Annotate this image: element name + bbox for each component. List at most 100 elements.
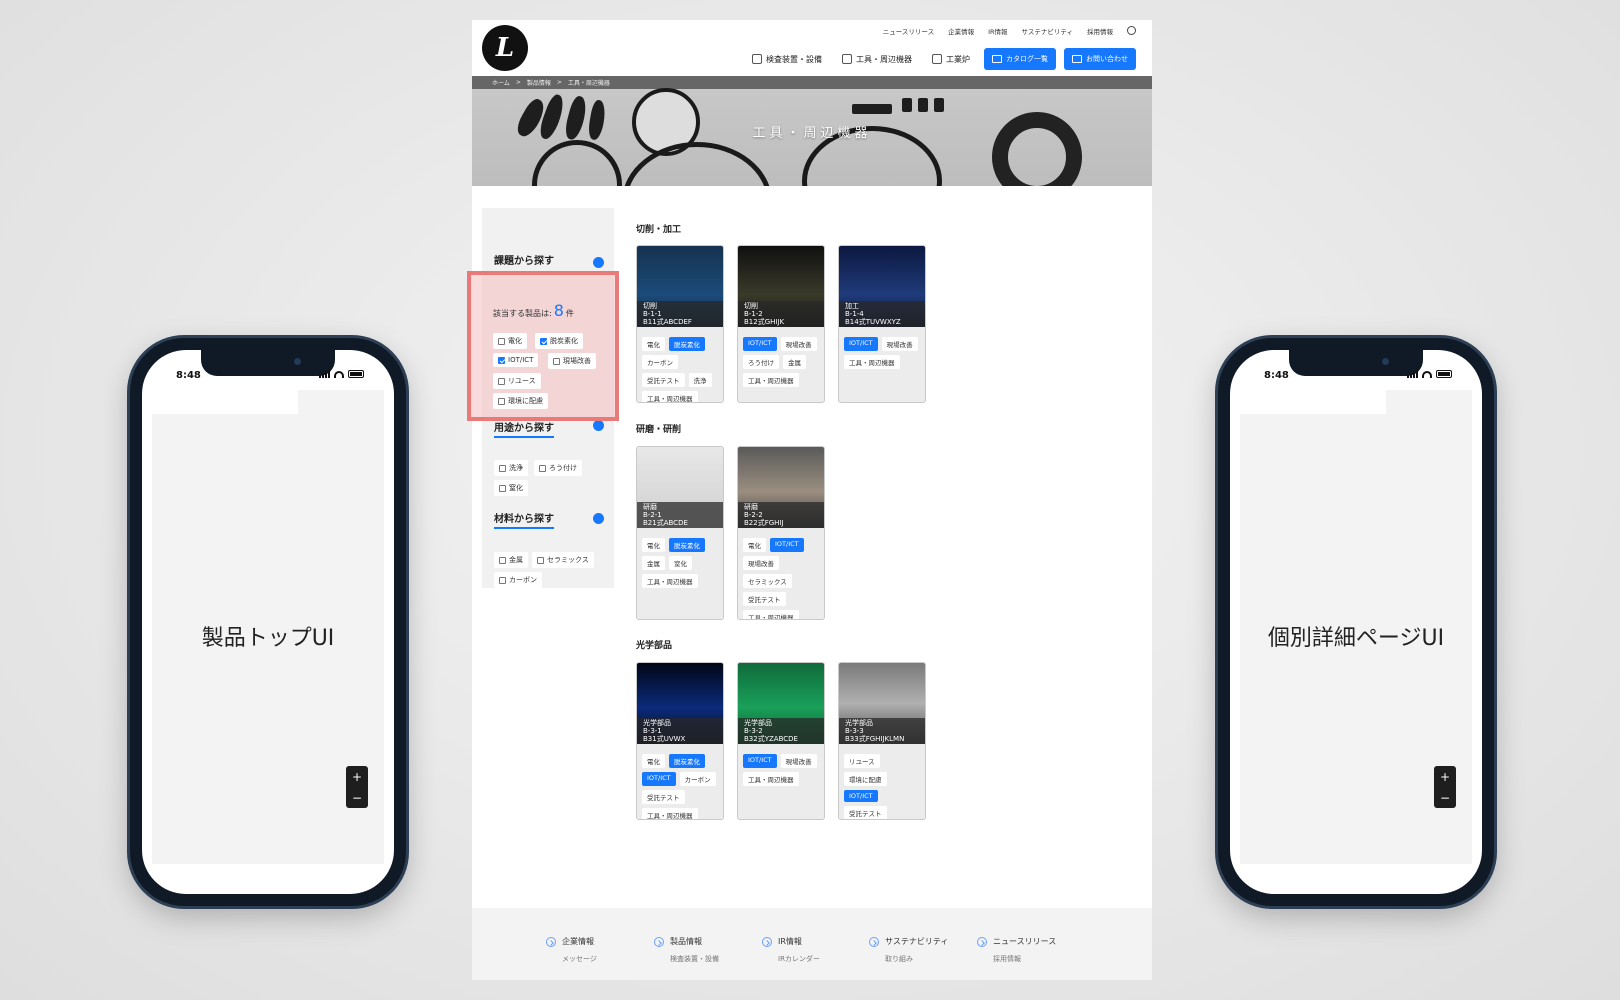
top-link-sustainability[interactable]: サステナビリティ <box>1022 26 1073 36</box>
footer-link[interactable]: サステナビリティ <box>869 936 948 947</box>
footer-link[interactable]: IR情報 <box>762 936 802 947</box>
footer-sub-link[interactable]: 検査装置・設備 <box>670 954 719 964</box>
footer-sub-link[interactable]: メッセージ <box>562 954 597 964</box>
contact-label: お問い合わせ <box>1086 55 1128 63</box>
product-card-optics[interactable]: 光学部品 B-3-2 B32式YZABCDE IOT/ICT 現場改善 工具・周辺機器 <box>737 662 825 820</box>
filter-material-carbon[interactable]: カーボン <box>494 572 542 588</box>
footer-link[interactable]: ニュースリリース <box>977 936 1056 947</box>
tag: 現場改善 <box>881 337 918 351</box>
checkbox-icon[interactable] <box>537 556 544 564</box>
tag: 工具・周辺機器 <box>642 574 698 588</box>
catalog-button[interactable]: カタログ一覧 <box>984 48 1056 70</box>
filter-issue-decarbonization[interactable]: 脱炭素化 <box>535 333 583 349</box>
product-card-optics[interactable]: 光学部品 B-3-3 B33式FGHIJKLMN リユース 環境に配慮 IOT/ICT 受託… <box>838 662 926 820</box>
issue-filter-title[interactable]: 課題から探す <box>494 252 554 267</box>
footer-sub-link[interactable]: IRカレンダー <box>778 954 820 964</box>
tag-highlighted: 脱炭素化 <box>669 337 705 351</box>
filter-issue-electrification[interactable]: 電化 <box>493 333 527 349</box>
breadcrumb-current: 工具・周辺機器 <box>567 80 610 87</box>
product-card-grinding[interactable]: 研磨 B-2-2 B22式FGHIJ 電化 IOT/ICT 現場改善 セラミックス 受託テスト… <box>737 446 825 620</box>
filter-use-wash[interactable]: 洗浄 <box>494 460 528 476</box>
top-link-recruit[interactable]: 採用情報 <box>1087 26 1113 36</box>
filter-use-brazing[interactable]: ろう付け <box>534 460 582 476</box>
product-card-optics[interactable]: 光学部品 B-3-1 B31式UVWX 電化 脱炭素化 IOT/ICT カーボン 受託テスト工… <box>636 662 724 820</box>
wifi-icon <box>1422 370 1432 378</box>
material-filter-title[interactable]: 材料から探す <box>494 510 554 525</box>
tag: 工具・周辺機器 <box>743 610 799 619</box>
filter-use-nitriding[interactable]: 窒化 <box>494 480 528 496</box>
tag: 工具・周辺機器 <box>642 391 698 402</box>
zoom-control[interactable]: + − <box>346 766 368 808</box>
checkbox-icon[interactable] <box>498 377 505 385</box>
nav-inspection-label: 検査装置・設備 <box>766 54 822 64</box>
breadcrumb-home[interactable]: ホーム <box>492 78 510 87</box>
product-image[interactable]: 光学部品 B-3-1 B31式UVWX <box>637 663 723 744</box>
product-code: B-3-1 <box>643 727 662 735</box>
filter-label: 現場改善 <box>563 357 591 365</box>
checkbox-icon[interactable] <box>499 464 506 472</box>
toggle-dot-icon[interactable] <box>593 257 604 268</box>
checkbox-icon[interactable] <box>498 397 505 405</box>
status-icons <box>1407 370 1452 378</box>
footer-link[interactable]: 企業情報 <box>546 936 594 947</box>
top-link-ir[interactable]: IR情報 <box>988 26 1007 36</box>
nav-furnace[interactable]: 工業炉 <box>926 48 976 70</box>
checkbox-icon[interactable] <box>539 464 546 472</box>
checkbox-icon[interactable] <box>499 576 506 584</box>
product-card-cutting[interactable]: 加工 B-1-4 B14式TUVWXYZ IOT/ICT 現場改善 工具・周辺機器 <box>838 245 926 403</box>
toggle-dot-icon[interactable] <box>593 513 604 524</box>
toggle-dot-icon[interactable] <box>593 420 604 431</box>
product-image[interactable]: 研磨 B-2-1 B21式ABCDE <box>637 447 723 528</box>
product-image[interactable]: 切削 B-1-2 B12式GHIJK <box>738 246 824 327</box>
filter-issue-eco[interactable]: 環境に配慮 <box>493 393 548 409</box>
filter-material-ceramics[interactable]: セラミックス <box>532 552 594 568</box>
globe-icon[interactable] <box>1127 26 1136 35</box>
zoom-in-icon[interactable]: + <box>352 770 362 784</box>
tag: 電化 <box>642 754 665 768</box>
product-code: B-3-3 <box>845 727 864 735</box>
zoom-out-icon[interactable]: − <box>352 791 362 805</box>
product-image[interactable]: 切削 B-1-1 B11式ABCDEF <box>637 246 723 327</box>
signal-icon <box>319 370 330 378</box>
product-caption: 研磨 B-2-2 B22式FGHIJ <box>738 502 824 528</box>
footer-sub-link[interactable]: 採用情報 <box>993 954 1021 964</box>
footer-link-label: IR情報 <box>778 937 802 946</box>
product-image[interactable]: 光学部品 B-3-3 B33式FGHIJKLMN <box>839 663 925 744</box>
checkbox-icon[interactable] <box>498 337 505 345</box>
signal-icon <box>1407 370 1418 378</box>
checkbox-checked-icon[interactable] <box>540 337 547 345</box>
contact-button[interactable]: お問い合わせ <box>1064 48 1136 70</box>
site-logo[interactable]: L <box>482 25 528 71</box>
zoom-in-icon[interactable]: + <box>1440 770 1450 784</box>
product-image[interactable]: 光学部品 B-3-2 B32式YZABCDE <box>738 663 824 744</box>
filter-issue-reuse[interactable]: リユース <box>493 373 541 389</box>
nav-tools[interactable]: 工具・周辺機器 <box>836 48 918 70</box>
product-card-cutting[interactable]: 切削 B-1-1 B11式ABCDEF 電化 脱炭素化 カーボン 受託テスト 洗浄 工具・周辺機… <box>636 245 724 403</box>
breadcrumb-products[interactable]: 製品情報 <box>527 78 551 87</box>
tag-highlighted: IOT/ICT <box>743 337 777 351</box>
product-image[interactable]: 加工 B-1-4 B14式TUVWXYZ <box>839 246 925 327</box>
checkbox-icon[interactable] <box>499 556 506 564</box>
zoom-control[interactable]: + − <box>1434 766 1456 808</box>
use-filter-title[interactable]: 用途から探す <box>494 419 554 434</box>
zoom-out-icon[interactable]: − <box>1440 791 1450 805</box>
checkbox-icon[interactable] <box>499 484 506 492</box>
product-card-grinding[interactable]: 研磨 B-2-1 B21式ABCDE 電化 脱炭素化 金属 窒化 工具・周辺機器 <box>636 446 724 620</box>
book-icon <box>992 55 1002 63</box>
product-card-cutting[interactable]: 切削 B-1-2 B12式GHIJK IOT/ICT 現場改善 ろう付け 金属 工具・周辺機器 <box>737 245 825 403</box>
top-link-news[interactable]: ニュースリリース <box>883 26 934 36</box>
filter-material-metal[interactable]: 金属 <box>494 552 528 568</box>
footer-link[interactable]: 製品情報 <box>654 936 702 947</box>
product-category: 光学部品 <box>845 719 873 727</box>
footer-sub-link[interactable]: 取り組み <box>885 954 913 964</box>
checkbox-icon[interactable] <box>553 357 560 365</box>
nav-inspection[interactable]: 検査装置・設備 <box>746 48 828 70</box>
top-link-company[interactable]: 企業情報 <box>948 26 974 36</box>
filter-issue-site-improvement[interactable]: 現場改善 <box>548 353 596 369</box>
tag: 電化 <box>642 538 665 552</box>
filter-issue-iot[interactable]: IOT/ICT <box>493 353 539 367</box>
product-image[interactable]: 研磨 B-2-2 B22式FGHIJ <box>738 447 824 528</box>
filter-label: 環境に配慮 <box>508 397 543 405</box>
checkbox-checked-icon[interactable] <box>498 356 505 364</box>
phone-screen: 8:48 製品トップUI + − <box>142 350 394 894</box>
